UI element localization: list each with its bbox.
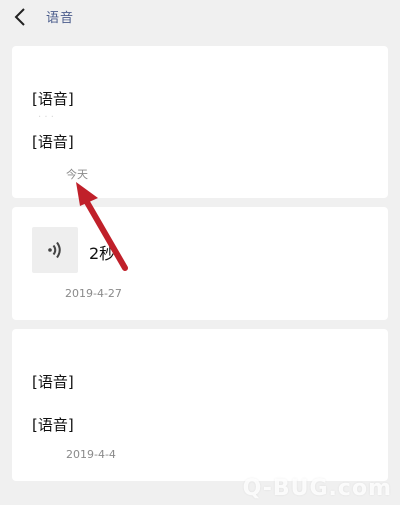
- voice-wave-icon: [48, 241, 61, 259]
- voice-play-button[interactable]: [32, 227, 78, 273]
- voice-message-label: [语音]: [32, 373, 74, 391]
- favorite-card-2[interactable]: 2秒 2019-4-27: [12, 207, 388, 320]
- card-date: 今天: [66, 168, 88, 181]
- voice-message-label: [语音]: [32, 90, 74, 108]
- card-date: 2019-4-4: [66, 448, 116, 461]
- back-chevron-icon[interactable]: [10, 6, 32, 28]
- voice-message-label: [语音]: [32, 416, 74, 434]
- decorative-dots: · · ·: [38, 112, 54, 123]
- card-date: 2019-4-27: [65, 287, 122, 300]
- voice-duration: 2秒: [89, 244, 116, 263]
- voice-message-label: [语音]: [32, 133, 74, 151]
- site-watermark: Q-BUG.com: [242, 476, 392, 501]
- page-title: 语音: [46, 11, 75, 26]
- favorite-card-1[interactable]: [语音] · · · [语音] 今天: [12, 46, 388, 198]
- top-bar: 语音: [0, 0, 400, 34]
- favorite-card-3[interactable]: [语音] [语音] 2019-4-4: [12, 329, 388, 481]
